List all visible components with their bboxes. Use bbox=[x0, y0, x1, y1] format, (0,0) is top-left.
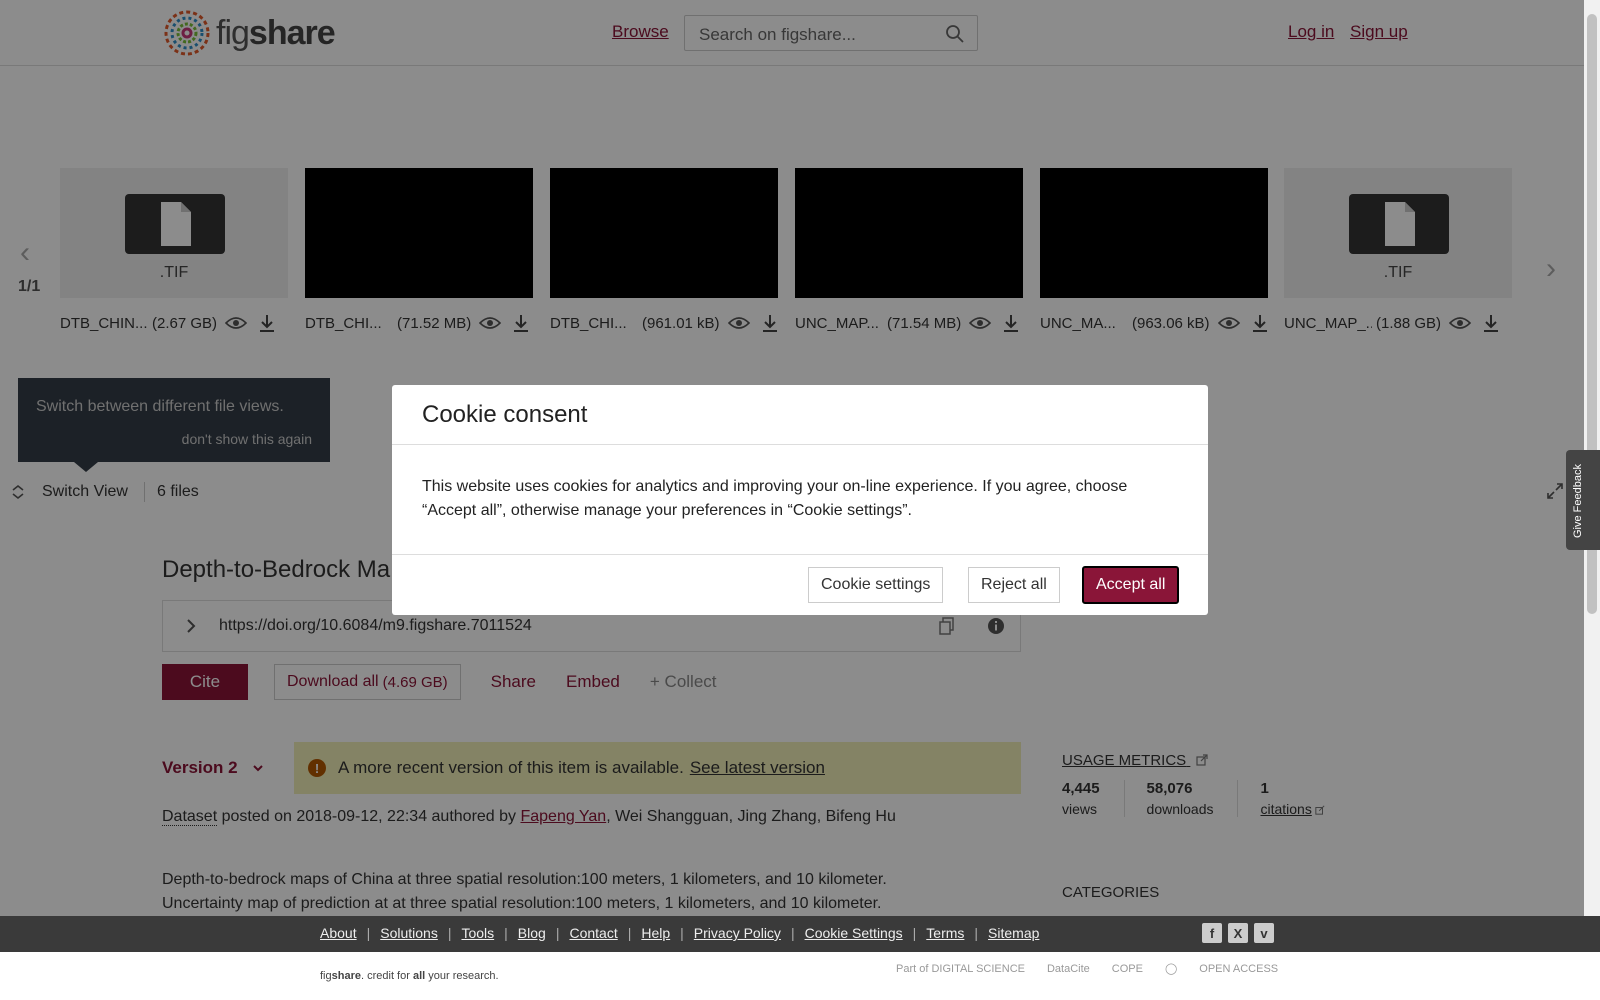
footer-tagline: figshare. credit for all your research. bbox=[320, 970, 499, 982]
footer-separator: | bbox=[680, 925, 684, 941]
partner-logo[interactable]: DataCite bbox=[1047, 963, 1090, 975]
footer-link-solutions[interactable]: Solutions bbox=[380, 925, 438, 941]
footer-separator: | bbox=[912, 925, 917, 941]
footer-link-sitemap[interactable]: Sitemap bbox=[988, 925, 1039, 941]
footer-separator: | bbox=[790, 925, 795, 941]
footer-separator: | bbox=[627, 925, 632, 941]
footer-link-about[interactable]: About bbox=[320, 925, 357, 941]
footer-separator: | bbox=[555, 925, 560, 941]
footer-link-tools[interactable]: Tools bbox=[461, 925, 494, 941]
footer-link-blog[interactable]: Blog bbox=[518, 925, 546, 941]
give-feedback-tab[interactable]: Give Feedback bbox=[1566, 450, 1600, 550]
footer-separator: | bbox=[974, 925, 979, 941]
social-links: f X v bbox=[1202, 923, 1280, 943]
partner-logo[interactable]: Part of DIGITAL SCIENCE bbox=[896, 963, 1025, 975]
reject-all-button[interactable]: Reject all bbox=[968, 567, 1060, 603]
facebook-icon[interactable]: f bbox=[1202, 923, 1222, 943]
footer-link-contact[interactable]: Contact bbox=[569, 925, 617, 941]
x-twitter-icon[interactable]: X bbox=[1228, 923, 1248, 943]
partner-logos: Part of DIGITAL SCIENCE DataCite COPE ◯ OPEN… bbox=[896, 962, 1300, 976]
accept-all-button[interactable]: Accept all bbox=[1082, 566, 1180, 604]
partner-logo[interactable]: ◯ bbox=[1165, 962, 1177, 975]
feedback-label: Give Feedback bbox=[1572, 464, 1584, 538]
dialog-body: This website uses cookies for analytics … bbox=[392, 445, 1208, 555]
footer-link-cookie-settings[interactable]: Cookie Settings bbox=[805, 925, 903, 941]
cookie-consent-dialog: Cookie consent This website uses cookies… bbox=[392, 385, 1208, 615]
footer-separator: | bbox=[447, 925, 452, 941]
footer-link-terms[interactable]: Terms bbox=[926, 925, 964, 941]
footer-link-privacy-policy[interactable]: Privacy Policy bbox=[694, 925, 781, 941]
footer-bottom: figshare. credit for all your research. … bbox=[0, 952, 1600, 1000]
dialog-title: Cookie consent bbox=[392, 385, 1208, 445]
footer-link-help[interactable]: Help bbox=[641, 925, 670, 941]
partner-logo[interactable]: COPE bbox=[1112, 963, 1143, 975]
cookie-settings-button[interactable]: Cookie settings bbox=[808, 567, 944, 603]
footer-nav: About | Solutions | Tools | Blog | Contact | Help |… bbox=[0, 916, 1600, 952]
footer-separator: | bbox=[366, 925, 371, 941]
vimeo-icon[interactable]: v bbox=[1254, 923, 1274, 943]
dialog-footer: Cookie settings Reject all Accept all bbox=[392, 555, 1208, 615]
partner-logo[interactable]: OPEN ACCESS bbox=[1199, 963, 1278, 975]
footer-separator: | bbox=[504, 925, 508, 941]
footer-links: About | Solutions | Tools | Blog | Contact | Help |… bbox=[320, 925, 1039, 941]
